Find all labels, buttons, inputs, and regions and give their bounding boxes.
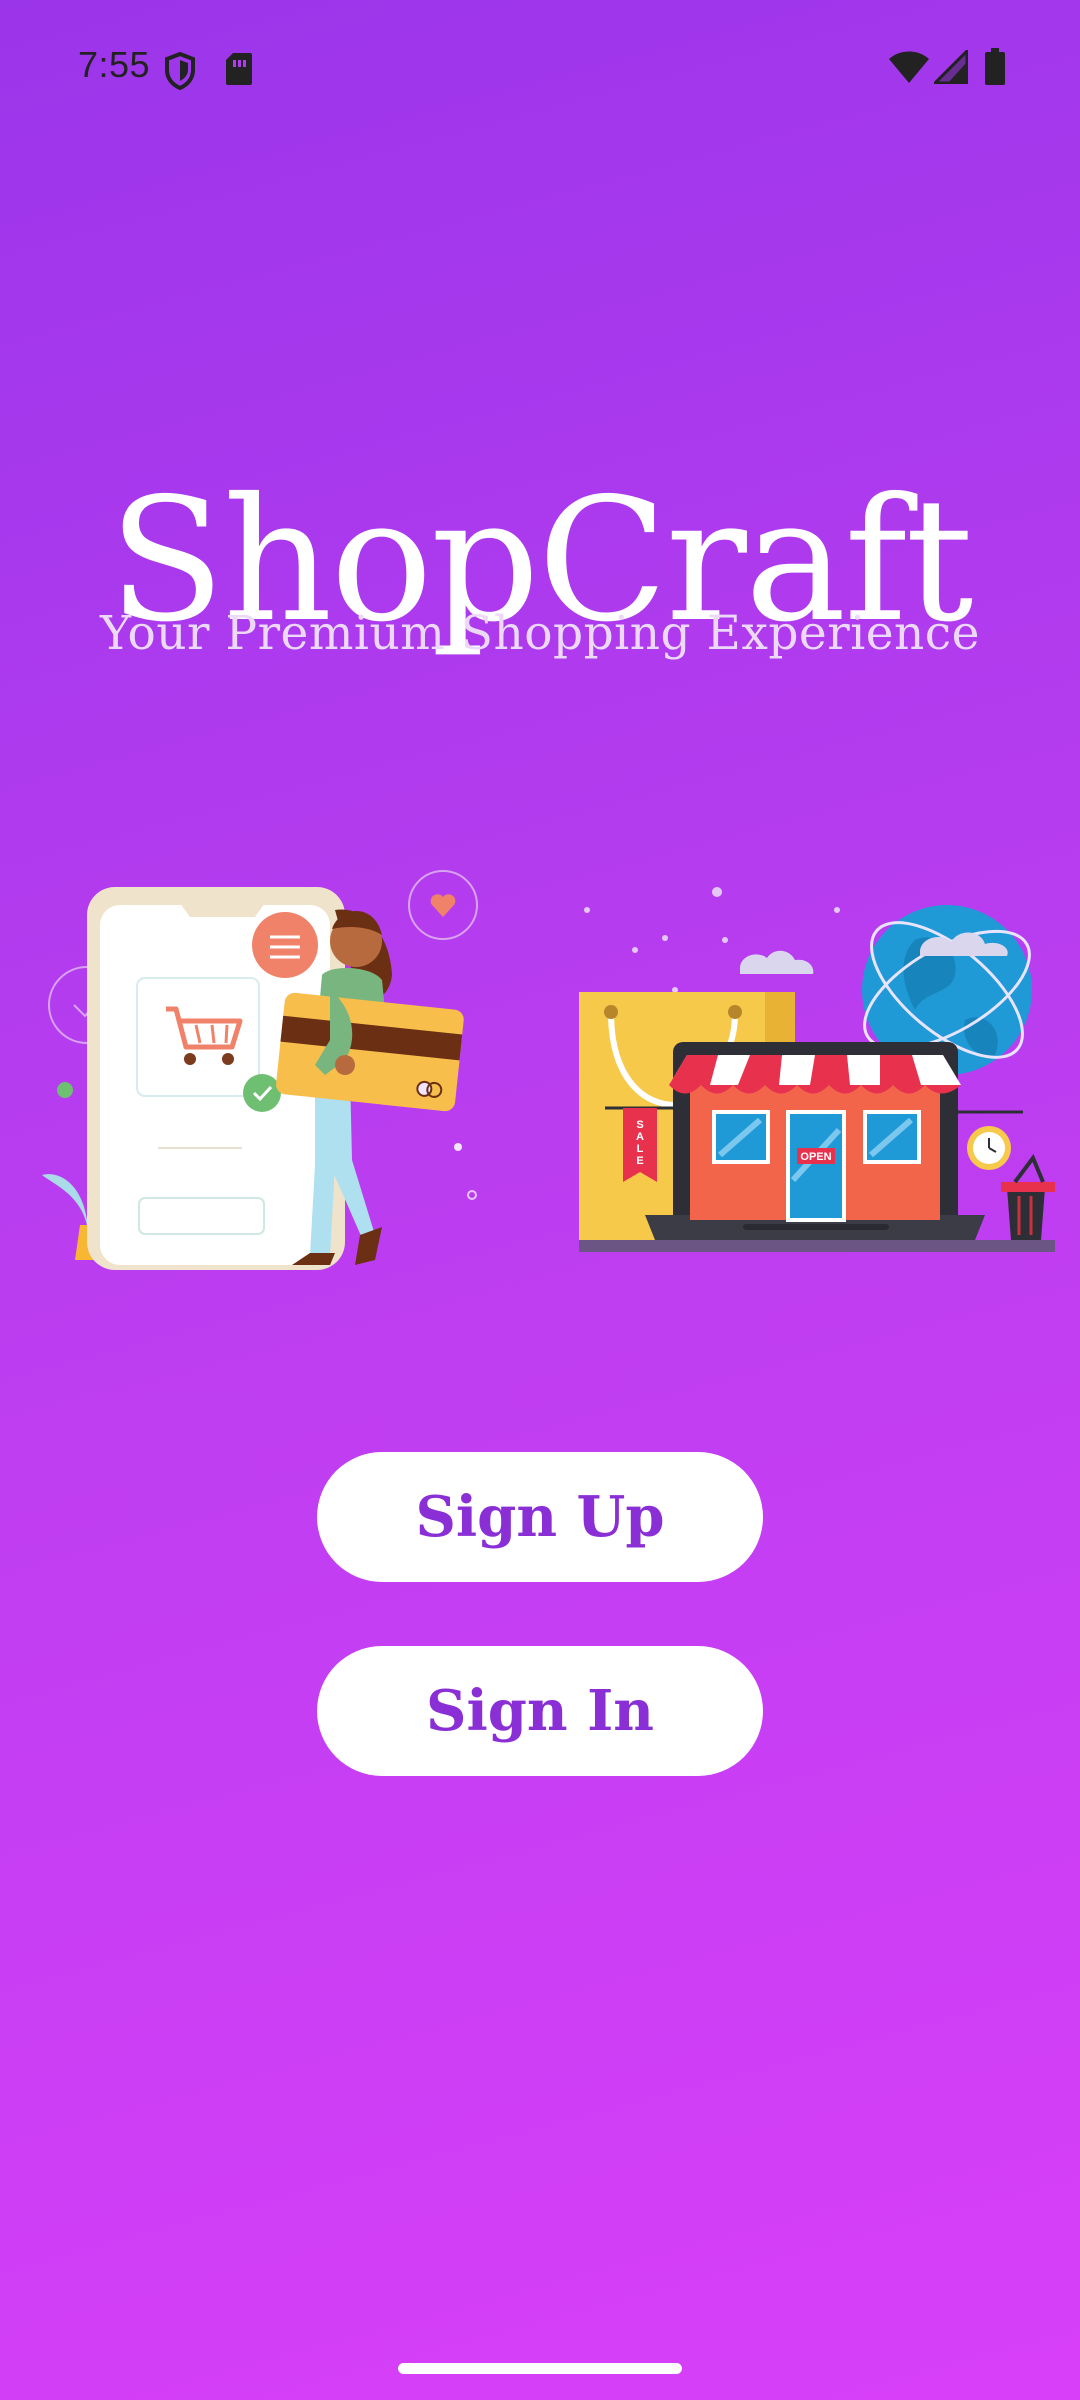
shield-icon [165, 52, 195, 90]
sim-card-icon [226, 53, 252, 85]
app-subtitle: Your Premium Shopping Experience [100, 606, 980, 661]
sale-tag: SALE [636, 1119, 644, 1167]
signal-icon [934, 50, 968, 84]
sign-up-button[interactable]: Sign Up [317, 1452, 763, 1582]
sign-in-button[interactable]: Sign In [317, 1646, 763, 1776]
home-indicator[interactable] [398, 2363, 682, 2374]
wifi-icon [889, 51, 929, 83]
mobile-shopping-illustration [42, 870, 478, 1270]
online-store-illustration: OPEN SALE [579, 887, 1055, 1252]
battery-icon [985, 48, 1005, 85]
open-sign: OPEN [800, 1151, 831, 1163]
status-time: 7:55 [78, 44, 151, 85]
status-bar: 7:55 [0, 0, 1080, 135]
